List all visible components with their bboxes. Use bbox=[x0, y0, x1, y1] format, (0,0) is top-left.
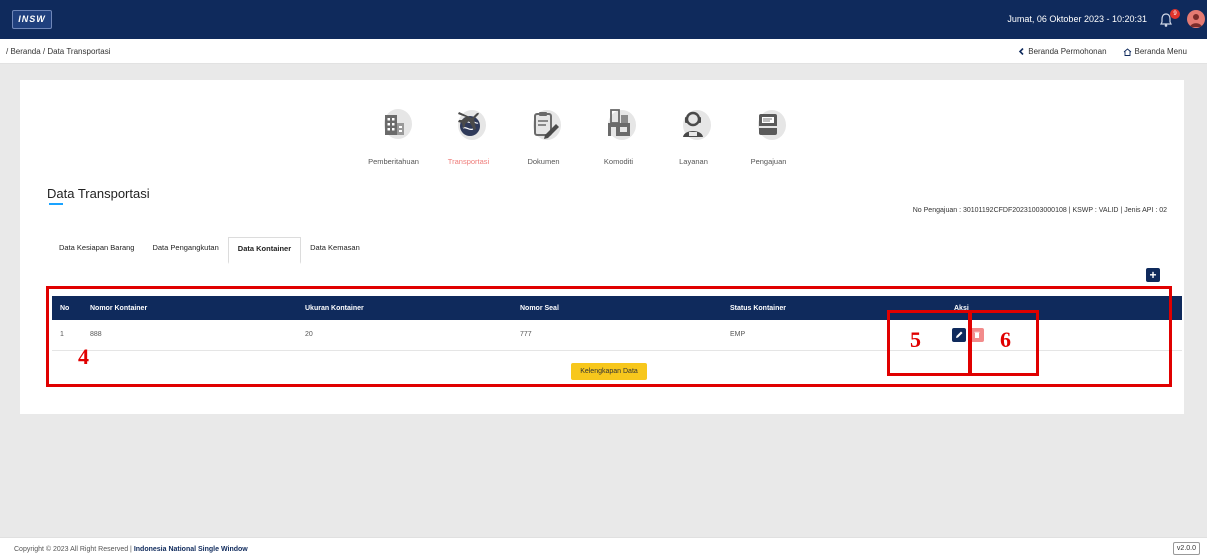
step-label: Transportasi bbox=[447, 157, 490, 166]
beranda-permohonan-label: Beranda Permohonan bbox=[1028, 47, 1107, 56]
submission-info: No Pengajuan : 30101192CFDF2023100300010… bbox=[912, 207, 1167, 214]
title-underline bbox=[49, 203, 63, 205]
tab-bar: Data Kesiapan Barang Data Pengangkutan D… bbox=[50, 237, 369, 264]
building-icon bbox=[383, 109, 412, 139]
add-button[interactable]: + bbox=[1146, 268, 1160, 282]
copyright-label: Copyright © 2023 All Right Reserved | bbox=[14, 546, 132, 553]
tab-data-kesiapan-barang[interactable]: Data Kesiapan Barang bbox=[50, 237, 143, 264]
version-badge: v2.0.0 bbox=[1172, 542, 1200, 555]
support-agent-icon bbox=[682, 110, 711, 140]
footer: Copyright © 2023 All Right Reserved | In… bbox=[0, 537, 1207, 559]
step-dokumen[interactable]: Dokumen bbox=[506, 105, 581, 166]
folder-icon bbox=[757, 110, 786, 140]
user-avatar-icon bbox=[1190, 14, 1202, 27]
step-navigation: Pemberitahuan Transportasi Dokumen Komod… bbox=[356, 105, 806, 166]
step-transportasi[interactable]: Transportasi bbox=[431, 105, 506, 166]
footer-brand[interactable]: Indonesia National Single Window bbox=[134, 546, 248, 553]
datetime-display: Jumat, 06 Oktober 2023 - 10:20:31 bbox=[1007, 14, 1147, 24]
beranda-permohonan-link[interactable]: Beranda Permohonan bbox=[1018, 47, 1107, 56]
step-pemberitahuan[interactable]: Pemberitahuan bbox=[356, 105, 431, 166]
avatar[interactable] bbox=[1187, 10, 1205, 28]
notification-badge: 9 bbox=[1170, 9, 1180, 19]
tab-data-kemasan[interactable]: Data Kemasan bbox=[301, 237, 369, 264]
step-label: Pengajuan bbox=[750, 157, 787, 166]
annotation-number-4: 4 bbox=[78, 344, 89, 369]
top-bar: INSW Jumat, 06 Oktober 2023 - 10:20:31 9 bbox=[0, 0, 1207, 39]
step-pengajuan[interactable]: Pengajuan bbox=[731, 105, 806, 166]
nav-links: Beranda Permohonan Beranda Menu bbox=[1018, 47, 1187, 56]
clipboard-edit-icon bbox=[532, 110, 561, 140]
annotation-box-edit bbox=[887, 310, 971, 376]
step-label: Dokumen bbox=[527, 157, 560, 166]
beranda-menu-link[interactable]: Beranda Menu bbox=[1123, 47, 1187, 56]
step-label: Layanan bbox=[679, 157, 708, 166]
page-title: Data Transportasi bbox=[47, 186, 150, 201]
step-label: Pemberitahuan bbox=[368, 157, 419, 166]
step-layanan[interactable]: Layanan bbox=[656, 105, 731, 166]
warehouse-icon bbox=[607, 109, 636, 140]
globe-plane-icon bbox=[457, 110, 486, 140]
beranda-menu-label: Beranda Menu bbox=[1134, 47, 1187, 56]
step-komoditi[interactable]: Komoditi bbox=[581, 105, 656, 166]
insw-logo[interactable]: INSW bbox=[12, 10, 52, 29]
tab-data-pengangkutan[interactable]: Data Pengangkutan bbox=[143, 237, 227, 264]
chevron-left-icon bbox=[1019, 48, 1024, 55]
step-label: Komoditi bbox=[603, 157, 634, 166]
annotation-number-5: 5 bbox=[910, 327, 921, 352]
home-icon bbox=[1123, 47, 1131, 56]
breadcrumb-bar: / Beranda / Data Transportasi Beranda Pe… bbox=[0, 39, 1207, 64]
tab-data-kontainer[interactable]: Data Kontainer bbox=[227, 237, 302, 264]
breadcrumb: / Beranda / Data Transportasi bbox=[6, 47, 111, 56]
annotation-number-6: 6 bbox=[1000, 327, 1011, 352]
copyright-text: Copyright © 2023 All Right Reserved | In… bbox=[14, 546, 248, 553]
